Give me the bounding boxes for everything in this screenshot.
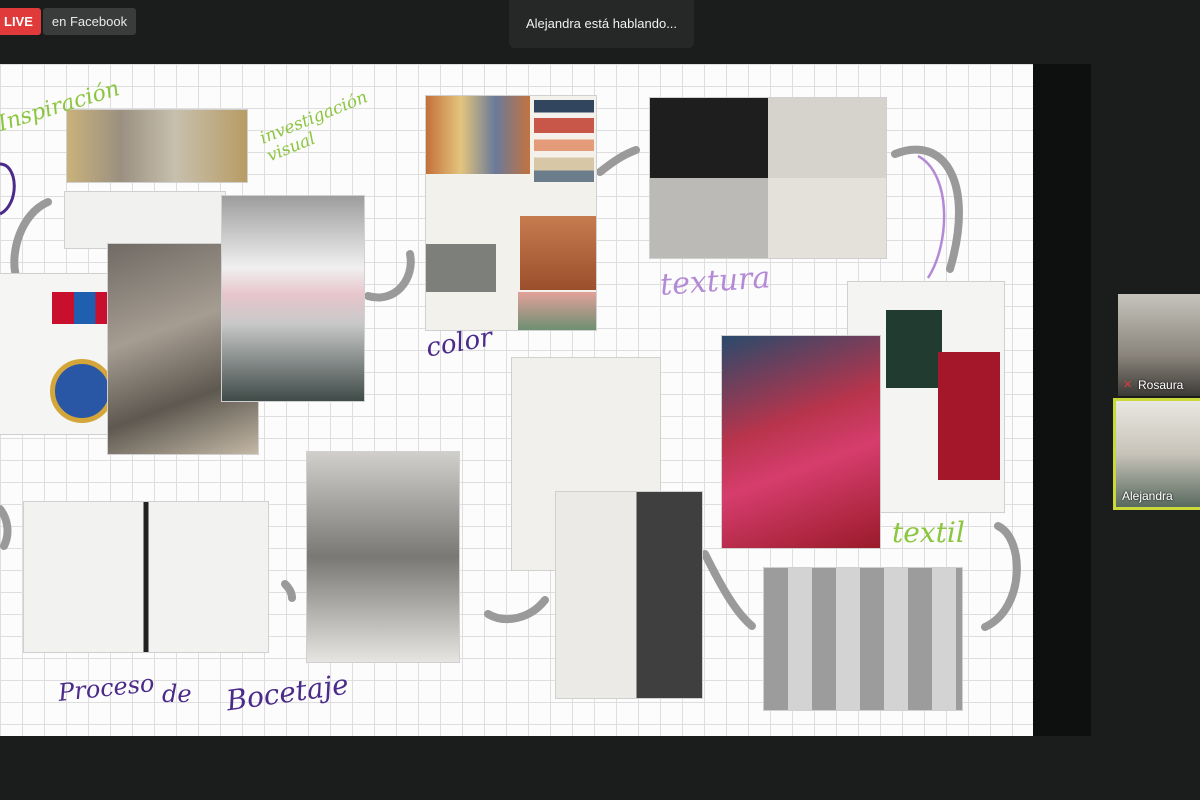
knots-photo xyxy=(650,178,768,258)
shared-whiteboard: Inspiración investigación visual color t… xyxy=(0,64,1033,736)
mic-muted-icon: ✕ xyxy=(1123,379,1133,391)
participant-name: Alejandra xyxy=(1122,489,1173,503)
pink-swatch xyxy=(518,292,596,330)
emblem-image xyxy=(50,359,114,423)
swatch-brush-strokes xyxy=(534,100,594,182)
inspiration-collage-strip xyxy=(67,110,247,182)
quilt-photo xyxy=(768,178,886,258)
speaking-banner: Alejandra está hablando... xyxy=(509,0,694,48)
ruffle-collage xyxy=(307,452,459,662)
label-de: de xyxy=(162,680,192,708)
texture-photos xyxy=(650,98,886,258)
participant-tile-active[interactable]: Alejandra xyxy=(1116,401,1200,507)
red-textile-swatch xyxy=(938,352,1000,480)
live-platform-label: en Facebook xyxy=(42,8,137,35)
swatch-block xyxy=(426,96,530,174)
garment-print-pages xyxy=(764,568,962,710)
sketchbook-spread xyxy=(24,502,268,652)
label-textil: textil xyxy=(892,516,965,549)
rust-collage xyxy=(520,216,596,290)
inspiration-sketch xyxy=(65,192,225,248)
live-indicator: LIVE en Facebook xyxy=(0,8,137,35)
screen-share-edge xyxy=(1033,64,1091,736)
participant-name: Rosaura xyxy=(1138,378,1184,392)
grey-swatch xyxy=(426,244,496,292)
color-palette-collage xyxy=(426,96,596,330)
live-badge: LIVE xyxy=(0,8,41,35)
textile-page-dark xyxy=(722,336,880,548)
fashion-illustration-page xyxy=(556,492,702,698)
participant-tile[interactable]: ✕ Rosaura xyxy=(1118,294,1200,396)
ink-texture-collage xyxy=(222,196,364,401)
green-textile-swatch xyxy=(886,310,942,388)
